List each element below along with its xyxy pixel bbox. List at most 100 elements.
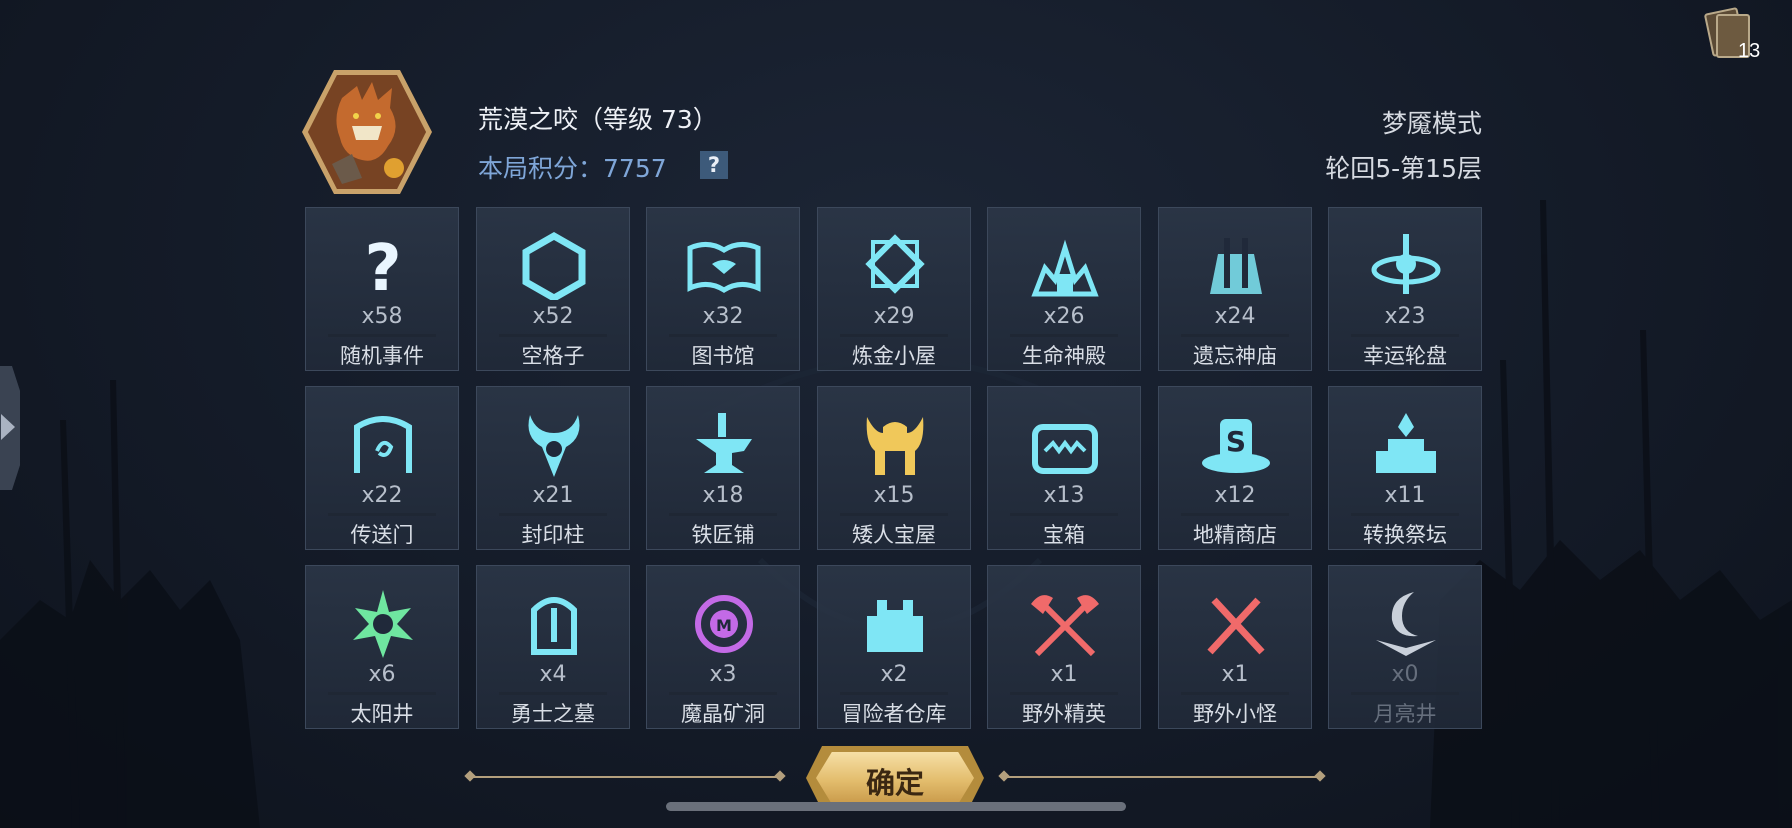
confirm-label: 确定 — [865, 766, 924, 800]
tile-temple-of-life[interactable]: x26 生命神殿 — [987, 207, 1141, 371]
question-mark-icon: ? — [364, 232, 401, 300]
seal-pillar-icon — [528, 415, 580, 477]
tile-treasure-chest[interactable]: x13 宝箱 — [987, 386, 1141, 550]
tile-divider — [669, 334, 777, 337]
dwarf-helmet-icon — [866, 417, 924, 475]
tile-crossed-axes[interactable]: x1 野外精英 — [987, 565, 1141, 729]
moon-well-icon — [1376, 592, 1436, 656]
tile-count: x26 — [1043, 304, 1085, 329]
floor-progress: 轮回5-第15层 — [1325, 154, 1482, 183]
score-label: 本局积分： — [478, 154, 604, 183]
tile-count: x6 — [368, 662, 396, 687]
tile-divider — [1010, 513, 1118, 516]
tile-forgotten-temple[interactable]: x24 遗忘神庙 — [1158, 207, 1312, 371]
tile-name: 随机事件 — [340, 344, 424, 368]
tile-divider — [669, 692, 777, 695]
tile-open-book[interactable]: x32 图书馆 — [646, 207, 800, 371]
tile-name: 魔晶矿洞 — [681, 702, 765, 726]
side-expand-tab[interactable] — [0, 366, 20, 490]
system-home-indicator[interactable] — [666, 802, 1126, 811]
tile-name: 封印柱 — [521, 523, 585, 547]
tile-count: x3 — [709, 662, 737, 687]
tile-hexagon[interactable]: x52 空格子 — [476, 207, 630, 371]
portal-icon — [354, 416, 412, 473]
treasure-chest-icon — [1032, 424, 1098, 474]
tile-divider — [840, 513, 948, 516]
deck-count: 13 — [1738, 40, 1761, 62]
crossed-axes-icon — [1031, 595, 1099, 657]
tile-divider — [328, 692, 436, 695]
tile-moon-well[interactable]: x0 月亮井 — [1328, 565, 1482, 729]
alchemy-diamond-icon — [865, 234, 925, 294]
hexagon-icon — [522, 231, 586, 300]
confirm-button[interactable]: 确定 — [806, 746, 984, 810]
tile-count: x2 — [880, 662, 908, 687]
tile-count: x1 — [1050, 662, 1078, 687]
tile-question-mark[interactable]: ? x58 随机事件 — [305, 207, 459, 371]
tile-name: 图书馆 — [691, 344, 755, 368]
tile-count: x23 — [1384, 304, 1426, 329]
tile-name: 生命神殿 — [1022, 344, 1106, 368]
sun-well-icon — [353, 590, 413, 658]
tile-portal[interactable]: x22 传送门 — [305, 386, 459, 550]
tile-tombstone[interactable]: x4 勇士之墓 — [476, 565, 630, 729]
tile-dwarf-helmet[interactable]: x15 矮人宝屋 — [817, 386, 971, 550]
tile-anvil[interactable]: x18 铁匠铺 — [646, 386, 800, 550]
confirm-divider-left — [470, 776, 782, 778]
tile-name: 太阳井 — [350, 702, 414, 726]
tile-divider — [328, 513, 436, 516]
tile-name: 矮人宝屋 — [852, 523, 936, 547]
tile-name: 地精商店 — [1193, 523, 1277, 547]
tile-count: x1 — [1221, 662, 1249, 687]
tile-divider — [1181, 692, 1289, 695]
tile-count: x12 — [1214, 483, 1256, 508]
tile-name: 遗忘神庙 — [1193, 344, 1277, 368]
anvil-icon — [696, 413, 752, 473]
tile-count: x11 — [1384, 483, 1426, 508]
tile-seal-pillar[interactable]: x21 封印柱 — [476, 386, 630, 550]
tile-count: x18 — [702, 483, 744, 508]
tile-divider — [499, 692, 607, 695]
tile-name: 炼金小屋 — [852, 344, 936, 368]
forgotten-temple-icon — [1210, 238, 1262, 294]
tile-lucky-wheel[interactable]: x23 幸运轮盘 — [1328, 207, 1482, 371]
temple-of-life-icon — [1031, 239, 1099, 297]
tile-goblin-shop[interactable]: Sx12 地精商店 — [1158, 386, 1312, 550]
difficulty-mode: 梦魇模式 — [1381, 109, 1482, 138]
crossed-swords-icon — [1207, 597, 1265, 655]
open-book-icon — [687, 242, 761, 293]
tile-count: x24 — [1214, 304, 1256, 329]
tile-divider — [669, 513, 777, 516]
tile-name: 铁匠铺 — [691, 523, 755, 547]
tile-count: x0 — [1391, 662, 1419, 687]
score-help-button[interactable]: ? — [700, 151, 728, 179]
tile-divider — [840, 692, 948, 695]
tile-castle-warehouse[interactable]: x2 冒险者仓库 — [817, 565, 971, 729]
confirm-divider-right — [1004, 776, 1322, 778]
tile-name: 勇士之墓 — [511, 702, 595, 726]
tile-divider — [1010, 692, 1118, 695]
svg-text:?: ? — [364, 232, 401, 300]
tile-divider — [1181, 334, 1289, 337]
tile-divider — [840, 334, 948, 337]
tile-sun-well[interactable]: x6 太阳井 — [305, 565, 459, 729]
card-deck-button[interactable]: 13 — [1703, 6, 1760, 62]
tile-count: x15 — [873, 483, 915, 508]
tile-divider — [1181, 513, 1289, 516]
tile-magic-crystal[interactable]: Mx3 魔晶矿洞 — [646, 565, 800, 729]
tile-count: x4 — [539, 662, 567, 687]
goblin-shop-icon: S — [1202, 419, 1270, 473]
tile-divider — [499, 513, 607, 516]
tile-divider — [1351, 513, 1459, 516]
tile-name: 野外精英 — [1022, 702, 1106, 726]
tile-crossed-swords[interactable]: x1 野外小怪 — [1158, 565, 1312, 729]
tile-count: x21 — [532, 483, 574, 508]
tile-name: 转换祭坛 — [1363, 523, 1447, 547]
castle-warehouse-icon — [867, 600, 923, 652]
run-score: 本局积分：7757 — [478, 149, 667, 185]
tile-divider — [1351, 692, 1459, 695]
tile-alchemy-diamond[interactable]: x29 炼金小屋 — [817, 207, 971, 371]
tile-altar[interactable]: x11 转换祭坛 — [1328, 386, 1482, 550]
tile-divider — [1010, 334, 1118, 337]
score-value: 7757 — [603, 154, 667, 183]
